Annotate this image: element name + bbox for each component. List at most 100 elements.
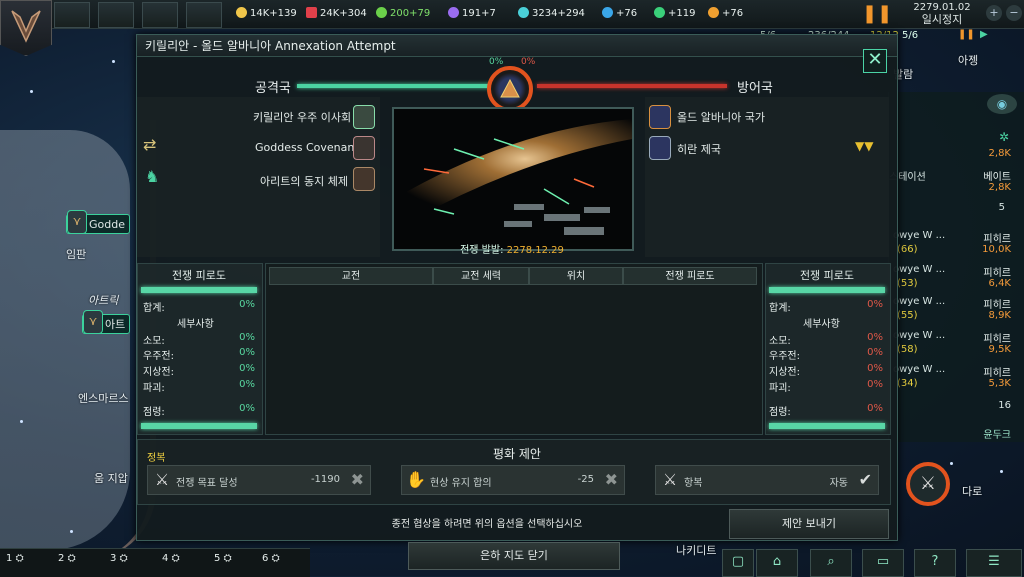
occupation-bar [769,423,885,429]
shortcut-slot[interactable]: 4 ⛭ [162,553,206,573]
exhaustion-details-label[interactable]: 세부사항 [803,315,840,330]
map-system-label[interactable]: 다로 [962,483,982,499]
food-resource[interactable]: 200+79 [376,7,430,19]
fleet-icon: ⛭ [15,553,24,564]
pause-icon[interactable]: ❚❚ [862,2,892,26]
map-system-label[interactable]: 아트릭 [88,292,118,308]
planets-button[interactable] [98,2,134,28]
defender-name[interactable]: 히란 제국 [677,141,721,157]
play-icon[interactable]: ▶ [980,29,988,40]
search-icon[interactable]: ⌕ [810,549,852,577]
society-research[interactable]: +119 [654,7,695,19]
government-button[interactable] [54,2,90,28]
minerals-icon [306,7,317,18]
combat-crossed-swords-icon[interactable]: ⚔ [906,462,950,506]
energy-icon [236,7,247,18]
shortcut-slot[interactable]: 3 ⛭ [110,553,154,573]
bottom-shortcut-bar: 1 ⛭ 2 ⛭ 3 ⛭ 4 ⛭ 5 ⛭ 6 ⛭ [0,548,310,577]
map-system-label[interactable]: 엔스마르스 [78,390,129,406]
star [30,90,33,93]
unity-resource[interactable]: 3234+294 [518,7,585,19]
menu-icon[interactable]: ☰ [966,549,1022,577]
peace-option-status-quo[interactable]: ✋ 현상 유지 합의 -25 ✖ [401,465,625,495]
chat-icon[interactable]: ▭ [862,549,904,577]
map-mode-icon[interactable]: ▢ [722,549,754,577]
shortcut-slot[interactable]: 6 ⛭ [262,553,306,573]
attacker-name[interactable]: 키릴리안 우주 이사회 [253,109,351,125]
exhaustion-row-label: 소모: [143,336,165,347]
envoy-count[interactable]: 5/6 [902,30,918,41]
close-icon[interactable]: ✕ [863,49,887,73]
research-button[interactable] [142,2,178,28]
battles-header[interactable]: 교전 세력 [433,267,529,285]
research-icon [602,7,613,18]
speed-up-icon[interactable]: + [986,5,1002,21]
map-system-label[interactable]: 임판 [66,246,86,262]
fleet-icon: ⛭ [119,553,128,564]
attacker-name[interactable]: Goddess Covenant [255,141,359,154]
exhaustion-row-label: 지상전: [143,367,174,378]
attacker-emblem-icon[interactable] [353,136,375,160]
peace-title: 평화 제안 [493,447,541,461]
globe-icon[interactable]: ◉ [987,94,1017,114]
peace-option-surrender[interactable]: ⚔ 항복 자동 ✔ [655,465,879,495]
occupation-value: 0% [867,403,883,414]
fleet-icon: ⛭ [67,553,76,564]
attacker-warscore-bar [297,84,497,88]
unavailable-x-icon: ✖ [604,470,618,489]
exhaustion-row-value: 0% [239,363,255,374]
close-galaxy-map-button[interactable]: 은하 지도 닫기 [408,542,620,570]
physics-research[interactable]: +76 [602,7,637,19]
shortcut-slot[interactable]: 2 ⛭ [58,553,102,573]
home-icon[interactable]: ⌂ [756,549,798,577]
battles-header[interactable]: 위치 [529,267,623,285]
situation-log-button[interactable] [186,2,222,28]
exhaustion-row-value: 0% [239,379,255,390]
soldier-icon[interactable]: ♞ [145,167,159,186]
outliner-panel: ◉ ✲ 2,8K 스테이션 베이트 2,8K 5 owye W ... 피히르 … [888,92,1024,442]
engineering-research[interactable]: +76 [708,7,743,19]
defender-emblem-icon[interactable] [649,136,671,160]
map-system-label[interactable]: 움 지압 [94,470,128,486]
battles-header[interactable]: 전쟁 피로도 [623,267,757,285]
defender-emblem-icon[interactable] [649,105,671,129]
speed-down-icon[interactable]: − [1006,5,1022,21]
attacker-emblem-icon[interactable] [353,105,375,129]
defender-name[interactable]: 올드 알바니아 국가 [677,109,765,125]
battles-header[interactable]: 교전 [269,267,433,285]
map-system-label[interactable]: 아젱 [958,52,978,68]
empire-emblem-button[interactable] [0,0,52,56]
empire-emblem-icon [11,10,41,43]
attacker-emblem-icon[interactable] [353,167,375,191]
influence-resource[interactable]: 191+7 [448,7,496,19]
shortcut-slot[interactable]: 5 ⛭ [214,553,258,573]
star [20,420,23,423]
send-proposal-button[interactable]: 제안 보내기 [729,509,889,539]
defender-warscore: 0% [521,57,536,67]
swap-arrows-icon[interactable]: ⇄ [143,135,156,154]
defender-label: 방어국 [737,81,773,96]
map-system-flag[interactable]: ⋎ Godde [66,210,130,234]
energy-resource[interactable]: 14K+139 [236,7,297,19]
map-system-flag[interactable]: ⋎ 아트 [82,310,131,334]
minerals-resource[interactable]: 24K+304 [306,7,367,19]
society-icon [654,7,665,18]
exhaustion-total-label: 합계: [769,303,791,314]
exhaustion-total-value: 0% [239,299,255,310]
help-icon[interactable]: ? [914,549,956,577]
peace-option-war-goal[interactable]: ⚔ 전쟁 목표 달성 -1190 ✖ [147,465,371,495]
gear-icon[interactable]: ✲ [999,130,1009,144]
shortcut-slot[interactable]: 1 ⛭ [6,553,50,573]
pause-icon[interactable]: ❚❚ [958,29,975,40]
war-emblem [487,66,533,112]
game-date[interactable]: 2279.01.02 일시정지 [900,2,984,26]
attacker-name[interactable]: 아리트의 동지 체제 [260,173,348,189]
checkmark-icon: ✔ [858,470,872,489]
exhaustion-row-label: 지상전: [769,367,800,378]
star [1000,470,1003,473]
map-system-label[interactable]: 나키디트 [676,542,716,558]
exhaustion-title: 전쟁 피로도 [799,269,855,282]
exhaustion-details-label[interactable]: 세부사항 [177,315,214,330]
exhaustion-row-label: 소모: [769,336,791,347]
star [950,462,953,465]
